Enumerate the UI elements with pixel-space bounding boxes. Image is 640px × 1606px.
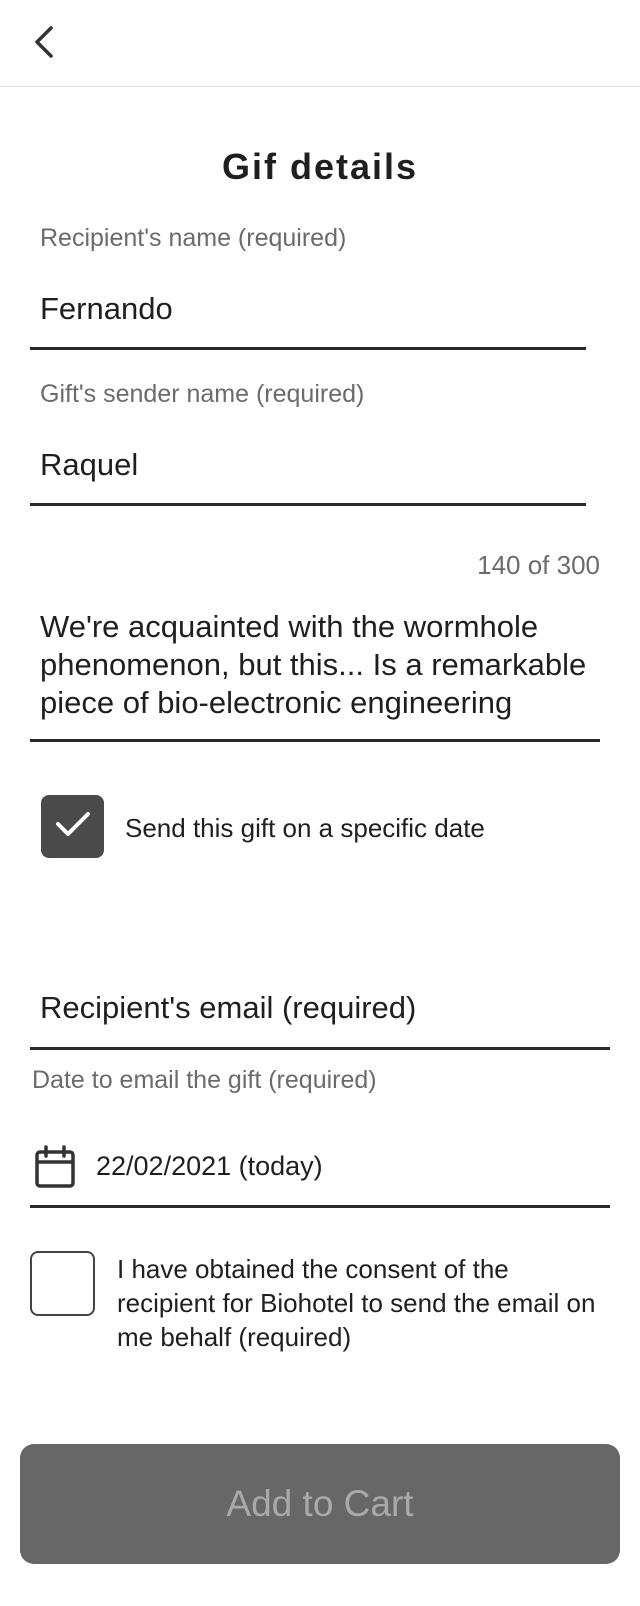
chevron-left-icon bbox=[32, 24, 56, 65]
sender-name-input[interactable] bbox=[30, 426, 586, 506]
gift-details-page: Gif details Recipient's name (required) … bbox=[0, 0, 640, 1606]
page-title: Gif details bbox=[221, 146, 419, 187]
top-bar bbox=[0, 0, 640, 87]
send-date-label: Date to email the gift (required) bbox=[32, 1066, 377, 1094]
sender-name-label: Gift's sender name (required) bbox=[40, 380, 365, 408]
specific-date-label: Send this gift on a specific date bbox=[125, 813, 485, 843]
consent-checkbox[interactable] bbox=[30, 1251, 95, 1316]
recipient-name-label: Recipient's name (required) bbox=[40, 224, 347, 252]
recipient-email-input[interactable]: Recipient's email (required) bbox=[30, 968, 610, 1050]
recipient-name-input[interactable] bbox=[30, 270, 586, 350]
send-date-value: 22/02/2021 (today) bbox=[96, 1151, 323, 1181]
gift-message-input[interactable]: We're acquainted with the wormhole pheno… bbox=[30, 608, 600, 742]
specific-date-checkbox[interactable] bbox=[41, 795, 104, 858]
message-char-counter: 140 of 300 bbox=[477, 550, 600, 580]
calendar-icon bbox=[32, 1144, 78, 1190]
back-button[interactable] bbox=[24, 22, 64, 66]
add-to-cart-button[interactable]: Add to Cart bbox=[20, 1444, 620, 1564]
consent-label: I have obtained the consent of the recip… bbox=[117, 1254, 596, 1352]
send-date-picker[interactable]: 22/02/2021 (today) bbox=[30, 1128, 610, 1208]
checkmark-icon bbox=[54, 809, 92, 844]
